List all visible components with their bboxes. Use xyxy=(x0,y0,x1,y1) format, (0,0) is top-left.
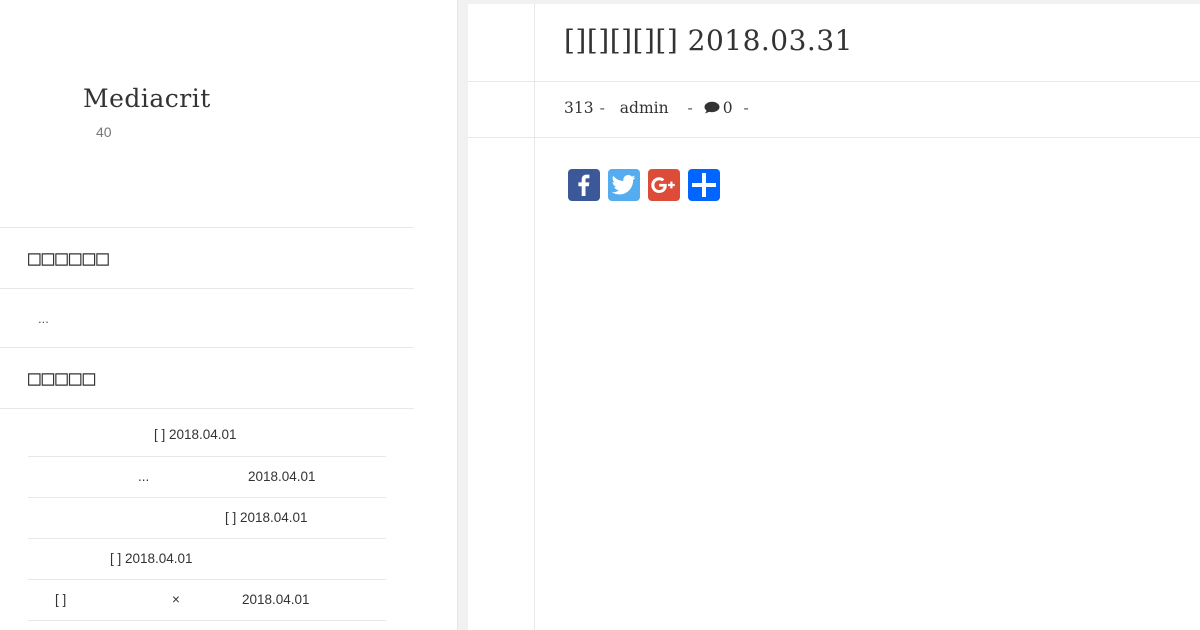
widget-text: ... xyxy=(38,311,49,326)
divider xyxy=(535,81,1200,82)
post-link[interactable]: [ ] 2018.04.01 xyxy=(225,510,308,525)
divider xyxy=(468,137,535,138)
site-subtitle: 40 xyxy=(96,124,112,140)
gutter xyxy=(458,0,468,630)
view-count: 313 xyxy=(564,99,594,117)
divider xyxy=(0,227,414,228)
share-more-button[interactable] xyxy=(688,169,720,201)
separator: - xyxy=(687,99,693,117)
divider xyxy=(535,137,1200,138)
google-plus-share-button[interactable] xyxy=(648,169,680,201)
comment-count: 0 xyxy=(722,99,733,117)
comments-link[interactable]: 0 xyxy=(704,99,733,117)
widget-title-1: □□□□□□ xyxy=(28,246,110,270)
post-date: 2018.04.01 xyxy=(242,592,310,607)
share-plus-icon xyxy=(692,173,716,197)
list-item[interactable]: [ ] 2018.04.01 xyxy=(28,539,386,580)
twitter-share-button[interactable] xyxy=(608,169,640,201)
facebook-icon xyxy=(578,174,590,196)
recent-posts-list: [ ] 2018.04.01 ... 2018.04.01 [ ] 2018.0… xyxy=(28,416,386,621)
comments-icon xyxy=(704,101,720,114)
date-column xyxy=(468,4,535,630)
post-link[interactable]: ... xyxy=(138,469,149,484)
post-link[interactable]: [ ] xyxy=(55,592,66,607)
author-link[interactable]: admin xyxy=(620,99,669,117)
facebook-share-button[interactable] xyxy=(568,169,600,201)
site-title[interactable]: Mediacrit xyxy=(83,84,211,113)
post-date: 2018.04.01 xyxy=(248,469,316,484)
main-content: [][][][][] 2018.03.31 313- admin - 0 - xyxy=(468,4,1200,630)
separator: - xyxy=(599,99,605,117)
post-link[interactable]: [ ] 2018.04.01 xyxy=(110,551,193,566)
divider xyxy=(468,81,535,82)
divider xyxy=(0,408,414,409)
divider xyxy=(0,347,414,348)
share-buttons xyxy=(568,169,720,201)
list-item[interactable]: [ ] 2018.04.01 xyxy=(28,498,386,539)
separator: - xyxy=(743,99,749,117)
list-item[interactable]: [ ] × 2018.04.01 xyxy=(28,580,386,621)
page: Mediacrit 40 □□□□□□ ... □□□□□ [ ] 2018.0… xyxy=(0,0,1200,630)
divider xyxy=(0,288,414,289)
google-plus-icon xyxy=(651,177,675,193)
post-link[interactable]: [ ] 2018.04.01 xyxy=(154,427,237,442)
post-mark: × xyxy=(172,592,180,607)
sidebar: Mediacrit 40 □□□□□□ ... □□□□□ [ ] 2018.0… xyxy=(0,0,458,630)
list-item[interactable]: [ ] 2018.04.01 xyxy=(28,416,386,457)
post-meta: 313- admin - 0 - xyxy=(564,99,755,117)
widget-title-2: □□□□□ xyxy=(28,366,97,390)
post-title: [][][][][] 2018.03.31 xyxy=(564,24,853,57)
twitter-icon xyxy=(612,175,636,195)
list-item[interactable]: ... 2018.04.01 xyxy=(28,457,386,498)
